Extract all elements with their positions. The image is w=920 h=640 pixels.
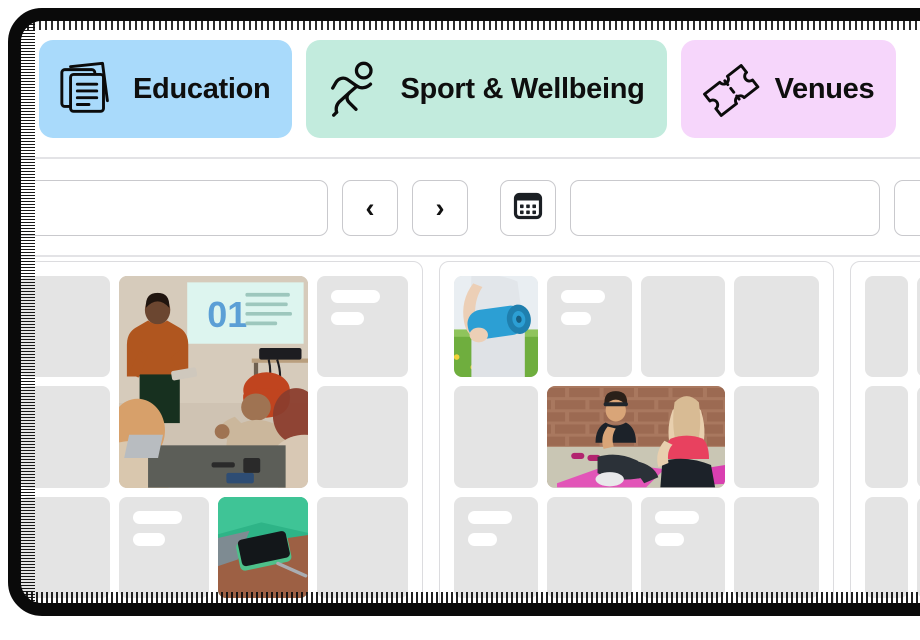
calendar-button[interactable]: [500, 180, 556, 236]
skeleton-tile[interactable]: [864, 276, 908, 378]
skeleton-tile[interactable]: [453, 386, 539, 488]
category-chip-row: Education Sport & Wellbeing Venues: [21, 21, 920, 159]
skeleton-tile[interactable]: [21, 386, 111, 488]
skeleton-bar: [654, 532, 685, 546]
skeleton-tile[interactable]: [317, 386, 408, 488]
skeleton-tile[interactable]: [547, 496, 632, 598]
image-tile-phone-on-desk[interactable]: [218, 496, 309, 598]
skeleton-tile-with-text[interactable]: [453, 496, 539, 598]
skeleton-bar: [654, 510, 699, 524]
skeleton-tile-with-text[interactable]: [640, 496, 726, 598]
results-panels: 01: [21, 261, 920, 603]
svg-text:01: 01: [207, 294, 247, 335]
skeleton-tile[interactable]: [734, 386, 819, 488]
next-button[interactable]: ›: [412, 180, 468, 236]
search-input[interactable]: [21, 180, 328, 236]
image-tile-woman-with-yoga-mat[interactable]: [453, 276, 539, 378]
documents-stack-icon: [57, 58, 119, 120]
category-label-sport-wellbeing: Sport & Wellbeing: [400, 72, 645, 105]
date-range-input[interactable]: [570, 180, 880, 236]
skeleton-tile-with-text[interactable]: [547, 276, 632, 378]
skeleton-tile[interactable]: [734, 496, 819, 598]
category-label-education: Education: [133, 72, 271, 105]
category-card-education[interactable]: Education: [39, 40, 293, 138]
app-window-frame: Education Sport & Wellbeing Venues ‹ › 0…: [8, 8, 920, 616]
toolbar: ‹ ›: [21, 161, 920, 257]
skeleton-tile[interactable]: [21, 276, 111, 378]
skeleton-tile[interactable]: [734, 276, 819, 378]
skeleton-tile[interactable]: [640, 276, 726, 378]
calendar-icon: [512, 190, 544, 227]
category-card-venues[interactable]: Venues: [680, 40, 897, 138]
skeleton-tile[interactable]: [317, 496, 408, 598]
skeleton-bar: [467, 510, 512, 524]
ticket-icon: [699, 58, 761, 120]
category-label-venues: Venues: [774, 72, 875, 105]
skeleton-tile[interactable]: [21, 496, 111, 598]
skeleton-bar: [133, 532, 166, 546]
skeleton-tile[interactable]: [864, 386, 908, 488]
skeleton-bar: [561, 290, 606, 303]
skeleton-tile[interactable]: [864, 496, 908, 598]
trailing-input[interactable]: [894, 180, 920, 236]
skeleton-bar: [133, 510, 182, 524]
chevron-left-icon: ‹: [365, 192, 375, 223]
skeleton-tile-with-text[interactable]: [119, 496, 210, 598]
sport-panel: [438, 261, 834, 603]
category-card-sport-wellbeing[interactable]: Sport & Wellbeing: [306, 40, 667, 138]
skeleton-tile-with-text[interactable]: [317, 276, 408, 378]
app-screen: Education Sport & Wellbeing Venues ‹ › 0…: [21, 21, 920, 603]
running-person-icon: [324, 58, 386, 120]
education-panel: 01: [21, 261, 423, 603]
image-tile-presenter-giving-talk[interactable]: 01: [119, 276, 309, 488]
previous-button[interactable]: ‹: [342, 180, 398, 236]
image-tile-two-women-exercising[interactable]: [547, 386, 726, 488]
chevron-right-icon: ›: [435, 192, 445, 223]
skeleton-bar: [331, 312, 364, 325]
venues-panel: [849, 261, 920, 603]
skeleton-bar: [561, 312, 591, 325]
skeleton-bar: [467, 532, 498, 546]
skeleton-bar: [331, 290, 380, 303]
